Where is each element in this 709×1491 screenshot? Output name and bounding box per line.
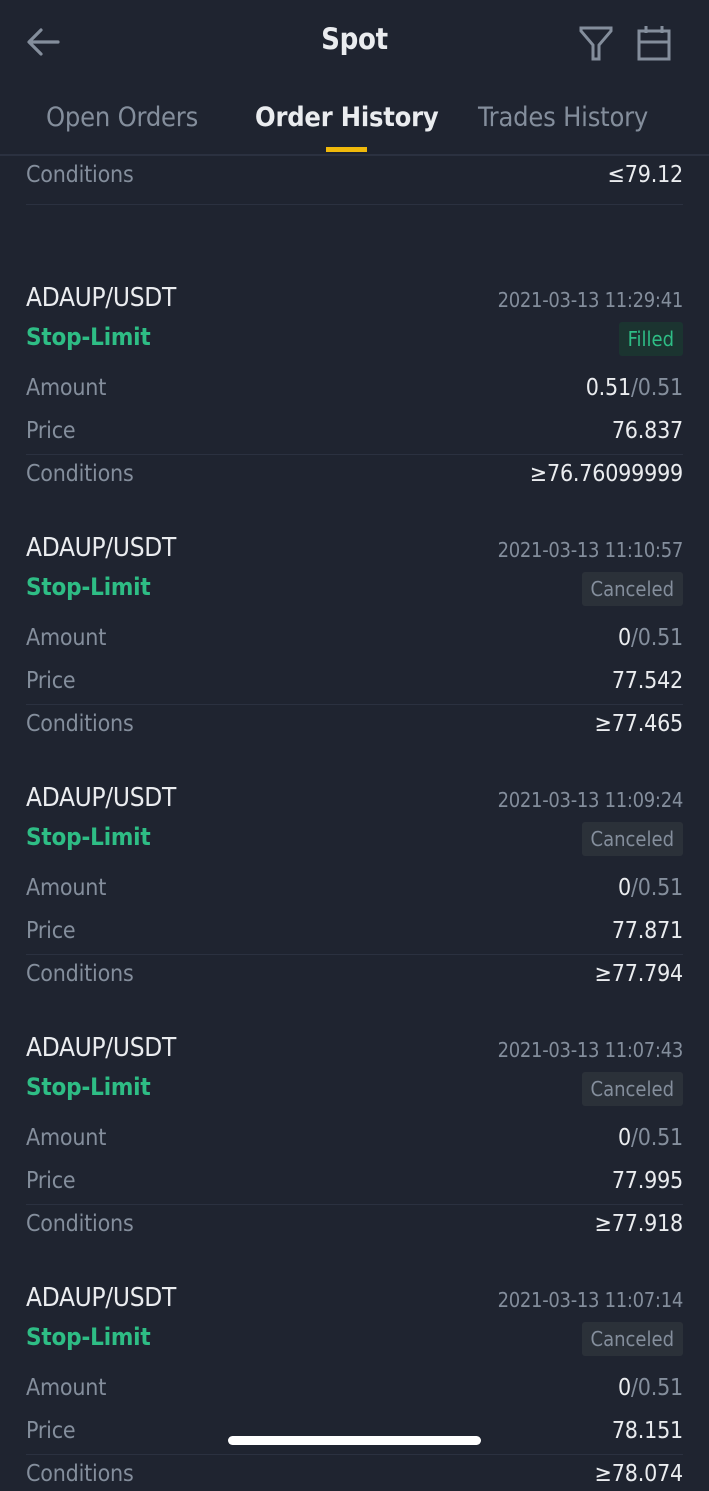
amount-filled: 0 bbox=[618, 875, 631, 901]
order-type: Stop-Limit bbox=[26, 823, 151, 851]
price-value: 77.542 bbox=[611, 668, 683, 694]
price-value: 78.151 bbox=[611, 1418, 683, 1444]
order-card[interactable]: ADAUP/USDT 2021-03-13 11:09:24 Stop-Limi… bbox=[26, 705, 684, 987]
filter-icon bbox=[579, 26, 613, 61]
amount-row: Amount 0/0.51 bbox=[26, 1125, 683, 1155]
status-badge: Canceled bbox=[581, 1072, 683, 1106]
price-row: Price 76.837 bbox=[26, 418, 683, 448]
amount-row: Amount 0/0.51 bbox=[26, 625, 683, 655]
amount-value: 0.51/0.51 bbox=[586, 375, 683, 401]
tab-bar: Open Orders Order History Trades History bbox=[0, 86, 709, 156]
order-history-list[interactable]: Conditions ≤79.12 ADAUP/USDT 2021-03-13 … bbox=[0, 156, 709, 1487]
amount-value: 0/0.51 bbox=[618, 1375, 683, 1401]
amount-value: 0/0.51 bbox=[618, 625, 683, 651]
order-time: 2021-03-13 11:07:43 bbox=[497, 1038, 684, 1062]
status-badge: Canceled bbox=[581, 1322, 683, 1356]
amount-value: 0/0.51 bbox=[618, 875, 683, 901]
amount-filled: 0 bbox=[618, 625, 631, 651]
order-pair: ADAUP/USDT bbox=[26, 533, 176, 563]
order-pair: ADAUP/USDT bbox=[26, 1283, 176, 1313]
order-type: Stop-Limit bbox=[26, 323, 151, 351]
order-pair: ADAUP/USDT bbox=[26, 1033, 176, 1063]
conditions-value: ≥78.074 bbox=[594, 1461, 684, 1487]
amount-total: /0.51 bbox=[630, 1375, 683, 1401]
amount-row: Amount 0/0.51 bbox=[26, 1375, 683, 1405]
price-row: Price 77.871 bbox=[26, 918, 683, 948]
tab-order-history[interactable]: Order History bbox=[255, 102, 439, 133]
amount-total: /0.51 bbox=[630, 875, 683, 901]
price-value: 77.871 bbox=[611, 918, 683, 944]
order-card[interactable]: ADAUP/USDT 2021-03-13 11:10:57 Stop-Limi… bbox=[26, 455, 684, 737]
tab-open-orders[interactable]: Open Orders bbox=[46, 102, 198, 133]
order-card[interactable]: ADAUP/USDT 2021-03-13 11:29:41 Stop-Limi… bbox=[26, 205, 684, 487]
active-tab-indicator bbox=[326, 147, 367, 152]
order-type: Stop-Limit bbox=[26, 1323, 151, 1351]
amount-value: 0/0.51 bbox=[618, 1125, 683, 1151]
price-label: Price bbox=[26, 1418, 76, 1444]
price-value: 77.995 bbox=[611, 1168, 683, 1194]
calendar-icon bbox=[637, 26, 671, 61]
home-indicator[interactable] bbox=[228, 1436, 481, 1445]
status-badge: Canceled bbox=[581, 572, 683, 606]
status-badge: Filled bbox=[618, 322, 683, 356]
amount-row: Amount 0/0.51 bbox=[26, 875, 683, 905]
order-time: 2021-03-13 11:07:14 bbox=[497, 1288, 684, 1312]
amount-total: /0.51 bbox=[630, 375, 683, 401]
price-label: Price bbox=[26, 418, 76, 444]
tab-trades-history[interactable]: Trades History bbox=[478, 102, 648, 133]
conditions-value: ≤79.12 bbox=[607, 162, 684, 188]
order-time: 2021-03-13 11:09:24 bbox=[497, 788, 684, 812]
amount-label: Amount bbox=[26, 1125, 107, 1151]
amount-label: Amount bbox=[26, 375, 107, 401]
conditions-row: Conditions ≥78.074 bbox=[26, 1461, 683, 1491]
order-time: 2021-03-13 11:10:57 bbox=[497, 538, 684, 562]
amount-filled: 0.51 bbox=[585, 375, 631, 401]
order-pair: ADAUP/USDT bbox=[26, 283, 176, 313]
amount-total: /0.51 bbox=[630, 625, 683, 651]
price-label: Price bbox=[26, 1168, 76, 1194]
filter-button[interactable] bbox=[578, 24, 614, 62]
amount-row: Amount 0.51/0.51 bbox=[26, 375, 683, 405]
amount-filled: 0 bbox=[618, 1125, 631, 1151]
order-card-partial: Conditions ≤79.12 bbox=[26, 156, 683, 205]
order-type: Stop-Limit bbox=[26, 1073, 151, 1101]
top-nav-bar: Spot bbox=[0, 0, 709, 86]
status-badge: Canceled bbox=[581, 822, 683, 856]
calendar-button[interactable] bbox=[636, 24, 672, 62]
price-value: 76.837 bbox=[611, 418, 683, 444]
conditions-label: Conditions bbox=[26, 162, 134, 188]
price-label: Price bbox=[26, 918, 76, 944]
price-row: Price 77.995 bbox=[26, 1168, 683, 1198]
conditions-label: Conditions bbox=[26, 1461, 134, 1487]
amount-label: Amount bbox=[26, 1375, 107, 1401]
order-pair: ADAUP/USDT bbox=[26, 783, 176, 813]
amount-label: Amount bbox=[26, 625, 107, 651]
order-card[interactable]: ADAUP/USDT 2021-03-13 11:07:43 Stop-Limi… bbox=[26, 955, 684, 1237]
price-row: Price 77.542 bbox=[26, 668, 683, 698]
amount-total: /0.51 bbox=[630, 1125, 683, 1151]
order-card[interactable]: ADAUP/USDT 2021-03-13 11:07:14 Stop-Limi… bbox=[26, 1205, 684, 1487]
price-label: Price bbox=[26, 668, 76, 694]
amount-filled: 0 bbox=[618, 1375, 631, 1401]
amount-label: Amount bbox=[26, 875, 107, 901]
order-type: Stop-Limit bbox=[26, 573, 151, 601]
order-time: 2021-03-13 11:29:41 bbox=[497, 288, 684, 312]
